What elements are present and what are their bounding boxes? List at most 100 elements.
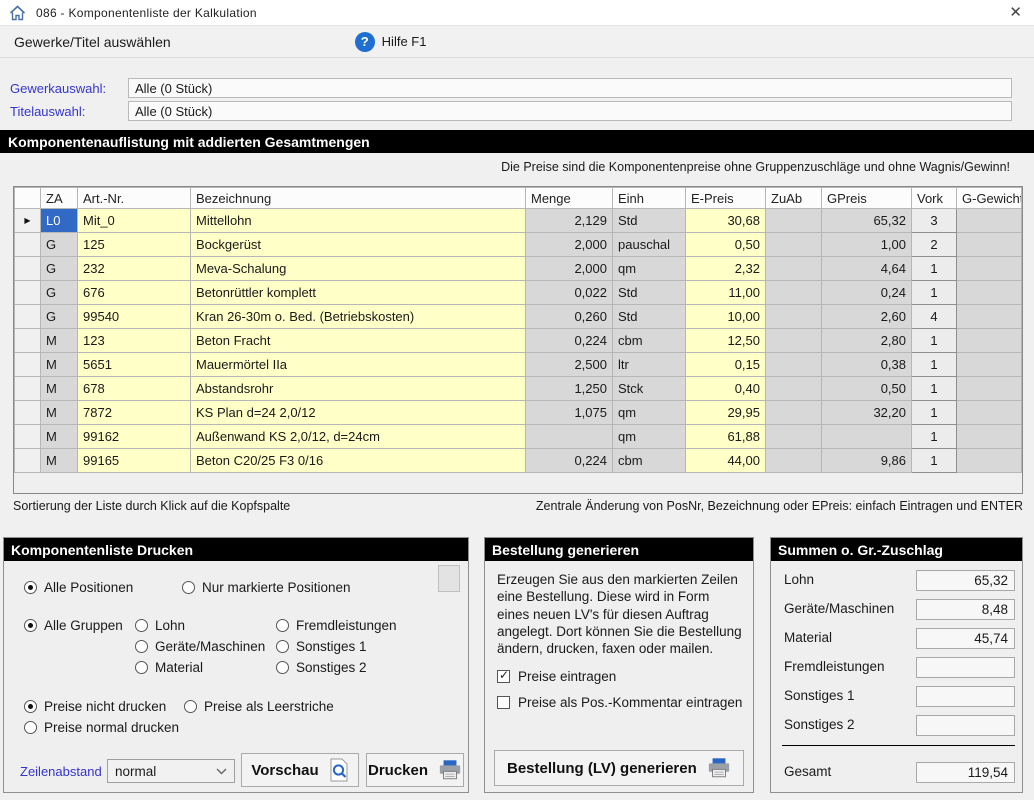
gewerkauswahl-field[interactable]: Alle (0 Stück) <box>128 78 1012 98</box>
col-einh[interactable]: Einh <box>613 188 686 209</box>
cell-menge[interactable] <box>526 425 613 449</box>
cell-za[interactable]: M <box>41 377 78 401</box>
cell-vork[interactable]: 1 <box>912 353 957 377</box>
table-row[interactable]: M 5651 Mauermörtel IIa 2,500 ltr 0,15 0,… <box>15 353 1022 377</box>
cell-epreis[interactable]: 30,68 <box>686 209 766 233</box>
cell-artnr[interactable]: 5651 <box>78 353 191 377</box>
cell-epreis[interactable]: 2,32 <box>686 257 766 281</box>
cell-za[interactable]: M <box>41 353 78 377</box>
col-za[interactable]: ZA <box>41 188 78 209</box>
close-icon[interactable]: ✕ <box>1009 3 1022 21</box>
radio-sonstiges-2[interactable]: Sonstiges 2 <box>276 660 367 675</box>
cell-za[interactable]: M <box>41 329 78 353</box>
cell-vork[interactable]: 1 <box>912 257 957 281</box>
cell-menge[interactable]: 2,129 <box>526 209 613 233</box>
cell-za[interactable]: L0 <box>41 209 78 233</box>
table-row[interactable]: M 99165 Beton C20/25 F3 0/16 0,224 cbm 4… <box>15 449 1022 473</box>
cell-vork[interactable]: 1 <box>912 281 957 305</box>
cell-bezeichnung[interactable]: Betonrüttler komplett <box>191 281 526 305</box>
cell-epreis[interactable]: 10,00 <box>686 305 766 329</box>
select-gewerke-titel-menu[interactable]: Gewerke/Titel auswählen <box>0 34 185 50</box>
cell-bezeichnung[interactable]: Meva-Schalung <box>191 257 526 281</box>
radio-lohn[interactable]: Lohn <box>135 618 185 633</box>
table-row[interactable]: M 99162 Außenwand KS 2,0/12, d=24cm qm 6… <box>15 425 1022 449</box>
cell-menge[interactable]: 0,260 <box>526 305 613 329</box>
cell-vork[interactable]: 1 <box>912 425 957 449</box>
cell-artnr[interactable]: 678 <box>78 377 191 401</box>
gray-square-button[interactable] <box>438 565 460 592</box>
table-row[interactable]: M 123 Beton Fracht 0,224 cbm 12,50 2,80 … <box>15 329 1022 353</box>
col-ggewicht[interactable]: G-Gewicht <box>957 188 1022 209</box>
cell-artnr[interactable]: 99540 <box>78 305 191 329</box>
cell-artnr[interactable]: 99162 <box>78 425 191 449</box>
help-menu[interactable]: ? Hilfe F1 <box>355 32 427 52</box>
radio-preise-als-leerstriche[interactable]: Preise als Leerstriche <box>184 699 334 714</box>
cell-za[interactable]: M <box>41 401 78 425</box>
cell-epreis[interactable]: 12,50 <box>686 329 766 353</box>
cell-menge[interactable]: 0,224 <box>526 329 613 353</box>
cell-vork[interactable]: 2 <box>912 233 957 257</box>
cell-epreis[interactable]: 29,95 <box>686 401 766 425</box>
cell-za[interactable]: M <box>41 449 78 473</box>
table-row[interactable]: M 7872 KS Plan d=24 2,0/12 1,075 qm 29,9… <box>15 401 1022 425</box>
table-row[interactable]: M 678 Abstandsrohr 1,250 Stck 0,40 0,50 … <box>15 377 1022 401</box>
cell-menge[interactable]: 1,250 <box>526 377 613 401</box>
cell-epreis[interactable]: 0,50 <box>686 233 766 257</box>
vorschau-button[interactable]: Vorschau <box>241 753 359 787</box>
cell-menge[interactable]: 1,075 <box>526 401 613 425</box>
cell-epreis[interactable]: 61,88 <box>686 425 766 449</box>
cell-vork[interactable]: 1 <box>912 401 957 425</box>
cell-za[interactable]: M <box>41 425 78 449</box>
radio-fremdleistungen[interactable]: Fremdleistungen <box>276 618 397 633</box>
radio-nur-markierte-positionen[interactable]: Nur markierte Positionen <box>182 580 351 595</box>
col-artnr[interactable]: Art.-Nr. <box>78 188 191 209</box>
cell-bezeichnung[interactable]: Mauermörtel IIa <box>191 353 526 377</box>
titelauswahl-field[interactable]: Alle (0 Stück) <box>128 101 1012 121</box>
cell-menge[interactable]: 2,500 <box>526 353 613 377</box>
cell-vork[interactable]: 3 <box>912 209 957 233</box>
cell-bezeichnung[interactable]: Außenwand KS 2,0/12, d=24cm <box>191 425 526 449</box>
radio-material[interactable]: Material <box>135 660 203 675</box>
cell-artnr[interactable]: 123 <box>78 329 191 353</box>
cell-vork[interactable]: 1 <box>912 449 957 473</box>
col-zuab[interactable]: ZuAb <box>766 188 822 209</box>
col-menge[interactable]: Menge <box>526 188 613 209</box>
cell-epreis[interactable]: 0,15 <box>686 353 766 377</box>
generate-order-button[interactable]: Bestellung (LV) generieren <box>494 750 744 786</box>
cell-vork[interactable]: 4 <box>912 305 957 329</box>
cell-vork[interactable]: 1 <box>912 377 957 401</box>
cell-menge[interactable]: 0,022 <box>526 281 613 305</box>
cell-epreis[interactable]: 0,40 <box>686 377 766 401</box>
table-row[interactable]: ▶ L0 Mit_0 Mittellohn 2,129 Std 30,68 65… <box>15 209 1022 233</box>
cell-bezeichnung[interactable]: Kran 26-30m o. Bed. (Betriebskosten) <box>191 305 526 329</box>
cell-artnr[interactable]: 99165 <box>78 449 191 473</box>
cell-bezeichnung[interactable]: Mittellohn <box>191 209 526 233</box>
drucken-button[interactable]: Drucken <box>366 753 464 787</box>
col-vork[interactable]: Vork <box>912 188 957 209</box>
table-row[interactable]: G 232 Meva-Schalung 2,000 qm 2,32 4,64 1 <box>15 257 1022 281</box>
cell-za[interactable]: G <box>41 281 78 305</box>
zeilenabstand-select[interactable]: normal <box>107 759 235 783</box>
cell-bezeichnung[interactable]: KS Plan d=24 2,0/12 <box>191 401 526 425</box>
cell-epreis[interactable]: 11,00 <box>686 281 766 305</box>
table-row[interactable]: G 99540 Kran 26-30m o. Bed. (Betriebskos… <box>15 305 1022 329</box>
radio-preise-normal-drucken[interactable]: Preise normal drucken <box>24 720 179 735</box>
radio-geraete-maschinen[interactable]: Geräte/Maschinen <box>135 639 265 654</box>
checkbox-preise-pos-kommentar[interactable]: Preise als Pos.-Kommentar eintragen <box>497 695 742 710</box>
cell-artnr[interactable]: Mit_0 <box>78 209 191 233</box>
radio-alle-positionen[interactable]: Alle Positionen <box>24 580 133 595</box>
cell-menge[interactable]: 2,000 <box>526 257 613 281</box>
cell-bezeichnung[interactable]: Beton Fracht <box>191 329 526 353</box>
cell-menge[interactable]: 2,000 <box>526 233 613 257</box>
cell-artnr[interactable]: 676 <box>78 281 191 305</box>
col-gpreis[interactable]: GPreis <box>822 188 912 209</box>
col-bezeichnung[interactable]: Bezeichnung <box>191 188 526 209</box>
cell-za[interactable]: G <box>41 305 78 329</box>
table-row[interactable]: G 125 Bockgerüst 2,000 pauschal 0,50 1,0… <box>15 233 1022 257</box>
cell-artnr[interactable]: 125 <box>78 233 191 257</box>
col-epreis[interactable]: E-Preis <box>686 188 766 209</box>
cell-za[interactable]: G <box>41 233 78 257</box>
cell-artnr[interactable]: 232 <box>78 257 191 281</box>
cell-epreis[interactable]: 44,00 <box>686 449 766 473</box>
cell-vork[interactable]: 1 <box>912 329 957 353</box>
